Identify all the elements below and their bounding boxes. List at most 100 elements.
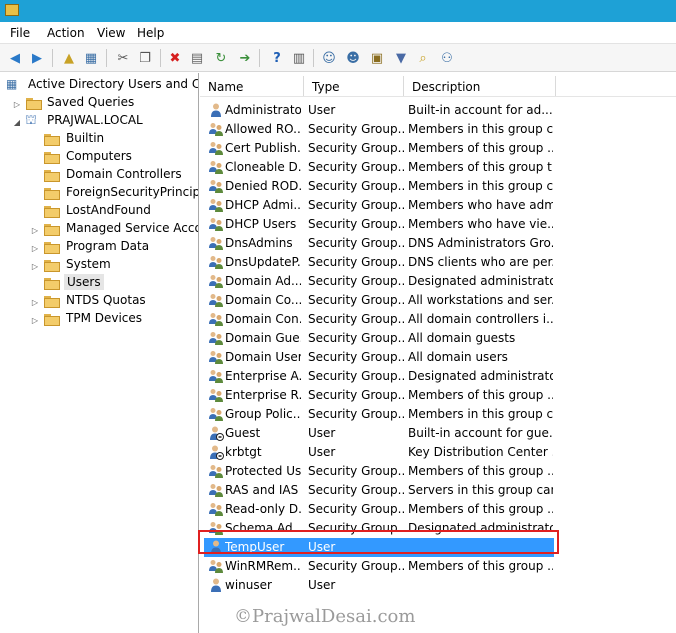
refresh-icon[interactable]: ↻ bbox=[212, 49, 230, 67]
table-row[interactable]: DHCP Admi... Security Group... Members who… bbox=[204, 196, 554, 215]
toolbar-separator bbox=[106, 49, 107, 67]
group-icon bbox=[208, 482, 224, 498]
table-row[interactable]: RAS and IAS ... Security Group... Servers … bbox=[204, 481, 554, 500]
column-header-description[interactable]: Description bbox=[404, 76, 556, 96]
new-ou-icon[interactable]: ▣ bbox=[368, 49, 386, 67]
up-folder-icon[interactable]: ▲ bbox=[60, 49, 78, 67]
cell-type: Security Group... bbox=[308, 179, 404, 193]
forward-arrow-icon[interactable]: ▶ bbox=[28, 49, 46, 67]
table-row[interactable]: krbtgt User Key Distribution Center ... bbox=[204, 443, 554, 462]
tree-item-foreign-security-principals[interactable]: ForeignSecurityPrincipals bbox=[30, 185, 198, 203]
cell-description: Key Distribution Center ... bbox=[408, 445, 553, 459]
cell-name: krbtgt bbox=[225, 445, 262, 459]
help-icon[interactable]: ? bbox=[268, 49, 286, 67]
group-icon bbox=[208, 387, 224, 403]
show-hide-tree-icon[interactable]: ▦ bbox=[82, 49, 100, 67]
table-row[interactable]: Administrator User Built-in account for ad… bbox=[204, 101, 554, 120]
expand-arrow-icon[interactable]: ▷ bbox=[30, 262, 40, 271]
table-row[interactable]: winuser User bbox=[204, 576, 554, 595]
collapse-arrow-icon[interactable]: ◢ bbox=[12, 118, 22, 127]
table-row[interactable]: DnsAdmins Security Group... DNS Administra… bbox=[204, 234, 554, 253]
expand-arrow-icon[interactable]: ▷ bbox=[30, 244, 40, 253]
table-row[interactable]: DnsUpdateP... Security Group... DNS client… bbox=[204, 253, 554, 272]
table-row[interactable]: Guest User Built-in account for gue... bbox=[204, 424, 554, 443]
menu-action[interactable]: Action bbox=[47, 26, 85, 40]
table-row[interactable]: Domain Ad... Security Group... Designated … bbox=[204, 272, 554, 291]
table-row[interactable]: WinRMRem... Security Group... Members of t… bbox=[204, 557, 554, 576]
tree-pane: ▦ Active Directory Users and Com ▷ Saved… bbox=[0, 73, 199, 633]
cut-icon[interactable]: ✂ bbox=[114, 49, 132, 67]
cell-name: Enterprise R... bbox=[225, 388, 301, 402]
table-row[interactable]: Enterprise A... Security Group... Designat… bbox=[204, 367, 554, 386]
toolbar: ◀ ▶ ▲ ▦ ✂ ❐ ✖ ▤ ↻ ➔ ? ▥ ☺ ☻ ▣ ▼ ⌕ ⚇ bbox=[0, 44, 676, 72]
table-row[interactable]: Domain Co... Security Group... All worksta… bbox=[204, 291, 554, 310]
toolbar-separator bbox=[52, 49, 53, 67]
new-user-icon[interactable]: ☺ bbox=[320, 49, 338, 67]
tree-item-lost-and-found[interactable]: LostAndFound bbox=[30, 203, 198, 221]
export-list-icon[interactable]: ➔ bbox=[236, 49, 254, 67]
copy-icon[interactable]: ❐ bbox=[136, 49, 154, 67]
new-group-icon[interactable]: ☻ bbox=[344, 49, 362, 67]
user-icon bbox=[208, 102, 224, 118]
tree-item-program-data[interactable]: ▷ Program Data bbox=[30, 239, 198, 257]
table-row[interactable]: Enterprise R... Security Group... Members … bbox=[204, 386, 554, 405]
cell-type: Security Group... bbox=[308, 312, 404, 326]
table-row[interactable]: Domain Gue... Security Group... All domain… bbox=[204, 329, 554, 348]
group-icon bbox=[208, 197, 224, 213]
tree-item-ntds-quotas[interactable]: ▷ NTDS Quotas bbox=[30, 293, 198, 311]
domain-icon: ⛫ bbox=[25, 113, 37, 128]
tree-label: TPM Devices bbox=[66, 311, 143, 325]
expand-arrow-icon[interactable]: ▷ bbox=[30, 226, 40, 235]
tree-item-tpm-devices[interactable]: ▷ TPM Devices bbox=[30, 311, 198, 329]
table-row[interactable]: Domain Users Security Group... All domain … bbox=[204, 348, 554, 367]
tree-item-users[interactable]: Users bbox=[30, 274, 198, 293]
add-to-group-icon[interactable]: ⚇ bbox=[438, 49, 456, 67]
cell-type: Security Group... bbox=[308, 331, 404, 345]
cell-name: Protected Us... bbox=[225, 464, 301, 478]
view-icon[interactable]: ▥ bbox=[290, 49, 308, 67]
tree-item-system[interactable]: ▷ System bbox=[30, 257, 198, 275]
folder-icon bbox=[44, 314, 60, 326]
tree-item-computers[interactable]: Computers bbox=[30, 149, 198, 167]
table-row[interactable]: Denied ROD... Security Group... Members in… bbox=[204, 177, 554, 196]
table-row[interactable]: Group Polic... Security Group... Members i… bbox=[204, 405, 554, 424]
cell-name: Cloneable D... bbox=[225, 160, 301, 174]
cell-description: All domain users bbox=[408, 350, 508, 364]
tree-item-builtin[interactable]: Builtin bbox=[30, 131, 198, 149]
find-icon[interactable]: ⌕ bbox=[414, 49, 432, 67]
watermark: ©PrajwalDesai.com bbox=[234, 606, 416, 627]
group-icon bbox=[208, 121, 224, 137]
tree-label: LostAndFound bbox=[66, 203, 151, 217]
expand-arrow-icon[interactable]: ▷ bbox=[30, 316, 40, 325]
table-row[interactable]: Allowed RO... Security Group... Members in… bbox=[204, 120, 554, 139]
title-bar bbox=[0, 0, 676, 22]
expand-arrow-icon[interactable]: ▷ bbox=[12, 100, 22, 109]
table-row[interactable]: Protected Us... Security Group... Members … bbox=[204, 462, 554, 481]
tree-item-domain-controllers[interactable]: Domain Controllers bbox=[30, 167, 198, 185]
table-row[interactable]: Domain Con... Security Group... All domain… bbox=[204, 310, 554, 329]
cell-description: Members of this group ... bbox=[408, 388, 553, 402]
group-icon bbox=[208, 235, 224, 251]
properties-icon[interactable]: ▤ bbox=[188, 49, 206, 67]
column-header-type[interactable]: Type bbox=[304, 76, 404, 96]
menu-view[interactable]: View bbox=[97, 26, 125, 40]
column-header-name[interactable]: Name bbox=[200, 76, 304, 96]
filter-icon[interactable]: ▼ bbox=[392, 49, 410, 67]
group-icon bbox=[208, 254, 224, 270]
table-row[interactable]: Cloneable D... Security Group... Members o… bbox=[204, 158, 554, 177]
menu-file[interactable]: File bbox=[10, 26, 30, 40]
cell-name: winuser bbox=[225, 578, 272, 592]
cell-name: Group Polic... bbox=[225, 407, 301, 421]
tree-item-managed-service-accounts[interactable]: ▷ Managed Service Accoun bbox=[30, 221, 198, 239]
table-row[interactable]: Read-only D... Security Group... Members o… bbox=[204, 500, 554, 519]
delete-icon[interactable]: ✖ bbox=[166, 49, 184, 67]
disabled-user-icon bbox=[208, 444, 224, 460]
table-row[interactable]: DHCP Users Security Group... Members who h… bbox=[204, 215, 554, 234]
table-row[interactable]: Cert Publish... Security Group... Members … bbox=[204, 139, 554, 158]
cell-type: Security Group... bbox=[308, 255, 404, 269]
user-icon bbox=[208, 577, 224, 593]
ad-snapin-icon: ▦ bbox=[6, 77, 18, 91]
menu-help[interactable]: Help bbox=[137, 26, 164, 40]
back-arrow-icon[interactable]: ◀ bbox=[6, 49, 24, 67]
expand-arrow-icon[interactable]: ▷ bbox=[30, 298, 40, 307]
